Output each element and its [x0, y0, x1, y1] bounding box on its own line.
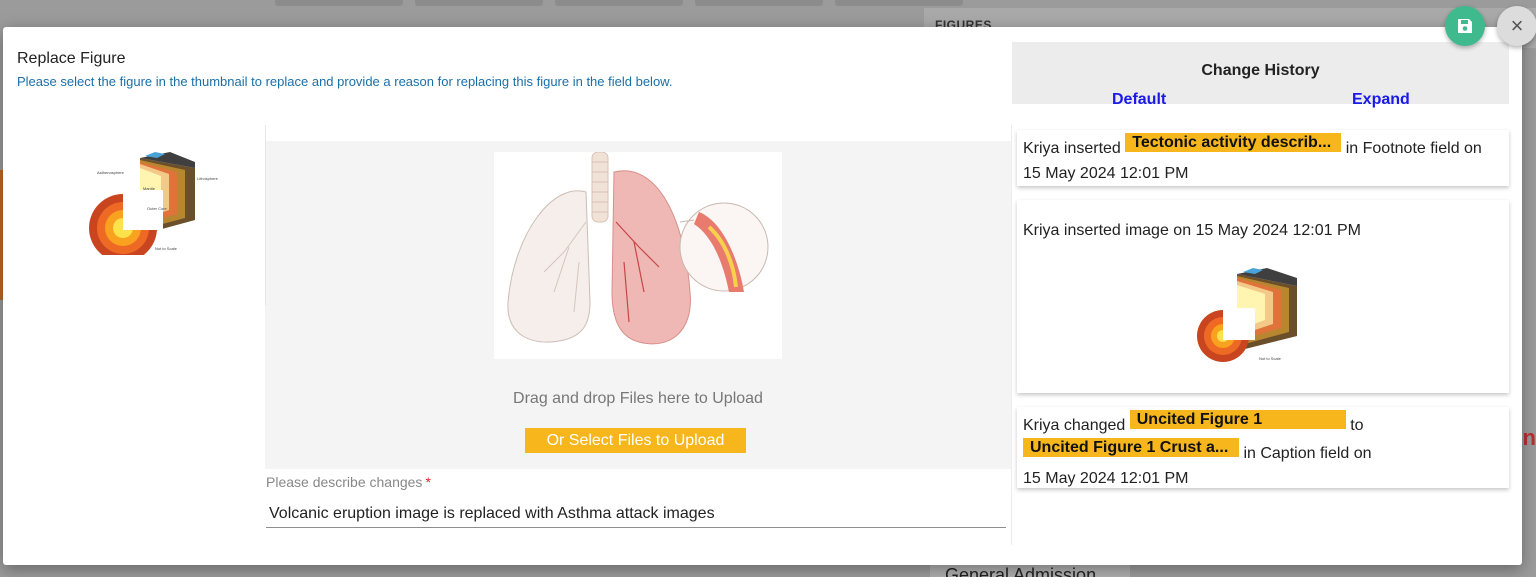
history-entry: Kriya inserted Tectonic activity describ… [1017, 130, 1509, 186]
history-entry-to: to [1350, 417, 1364, 434]
describe-changes-label: Please describe changes * [266, 474, 431, 490]
select-files-button[interactable]: Or Select Files to Upload [525, 428, 746, 453]
history-entry-tag: Uncited Figure 1 [1129, 410, 1346, 429]
uploaded-image-preview [494, 152, 782, 359]
svg-text:Lithosphere: Lithosphere [197, 176, 219, 181]
svg-text:Mantle: Mantle [143, 186, 156, 191]
replace-figure-modal: Replace Figure Please select the figure … [3, 27, 1522, 565]
background-bottom-text: General Admission [945, 565, 1097, 577]
svg-text:Asthenosphere: Asthenosphere [97, 170, 125, 175]
earth-layers-thumbnail-icon: Lithosphere Asthenosphere Mantle Outer C… [89, 152, 219, 262]
history-entry: Kriya inserted image on 15 May 2024 12:0… [1017, 200, 1509, 393]
required-asterisk: * [425, 474, 431, 490]
change-history-header: Change History Default Expand [1012, 42, 1509, 108]
svg-text:Not to Scale: Not to Scale [1259, 356, 1282, 361]
history-entry-image: Not to Scale [1197, 266, 1309, 366]
describe-changes-label-text: Please describe changes [266, 474, 423, 490]
save-button[interactable] [1445, 6, 1485, 46]
earth-layers-history-icon: Not to Scale [1197, 268, 1297, 362]
background-tabs [275, 0, 963, 8]
figure-thumbnail[interactable]: Lithosphere Asthenosphere Mantle Outer C… [65, 145, 225, 262]
drag-drop-hint: Drag and drop Files here to Upload [513, 390, 763, 407]
close-button[interactable]: × [1497, 6, 1536, 46]
modal-instructions: Please select the figure in the thumbnai… [17, 74, 673, 89]
svg-text:Outer Core: Outer Core [147, 206, 168, 211]
history-entry-tag: Tectonic activity describ... [1125, 133, 1342, 152]
close-icon: × [1510, 13, 1524, 38]
history-entry-suffix: in Footnote field on [1345, 140, 1482, 157]
history-entry-suffix: in Caption field on [1243, 445, 1372, 462]
history-entry-date: 15 May 2024 12:01 PM [1023, 165, 1189, 182]
history-entry-tag: Uncited Figure 1 Crust a... [1023, 438, 1239, 457]
history-entry-prefix: Kriya inserted [1023, 140, 1121, 157]
save-icon [1458, 19, 1472, 33]
modal-title: Replace Figure [17, 50, 126, 67]
history-entry: Kriya changed Uncited Figure 1 to Uncite… [1017, 407, 1509, 488]
history-expand-link[interactable]: Expand [1352, 91, 1410, 109]
history-default-link[interactable]: Default [1112, 91, 1166, 109]
describe-changes-input[interactable] [266, 500, 1006, 528]
history-entry-date: 15 May 2024 12:01 PM [1023, 470, 1189, 487]
lungs-illustration-icon [494, 152, 782, 359]
column-divider [1011, 125, 1012, 545]
history-entry-text: Kriya inserted image on 15 May 2024 12:0… [1023, 222, 1361, 239]
upload-dropzone[interactable]: Drag and drop Files here to Upload Or Se… [265, 125, 1011, 469]
history-entry-prefix: Kriya changed [1023, 417, 1126, 434]
change-history-title: Change History [1201, 62, 1320, 79]
background-red-glyph: n [1522, 425, 1536, 450]
svg-text:Not to Scale: Not to Scale [155, 246, 178, 251]
